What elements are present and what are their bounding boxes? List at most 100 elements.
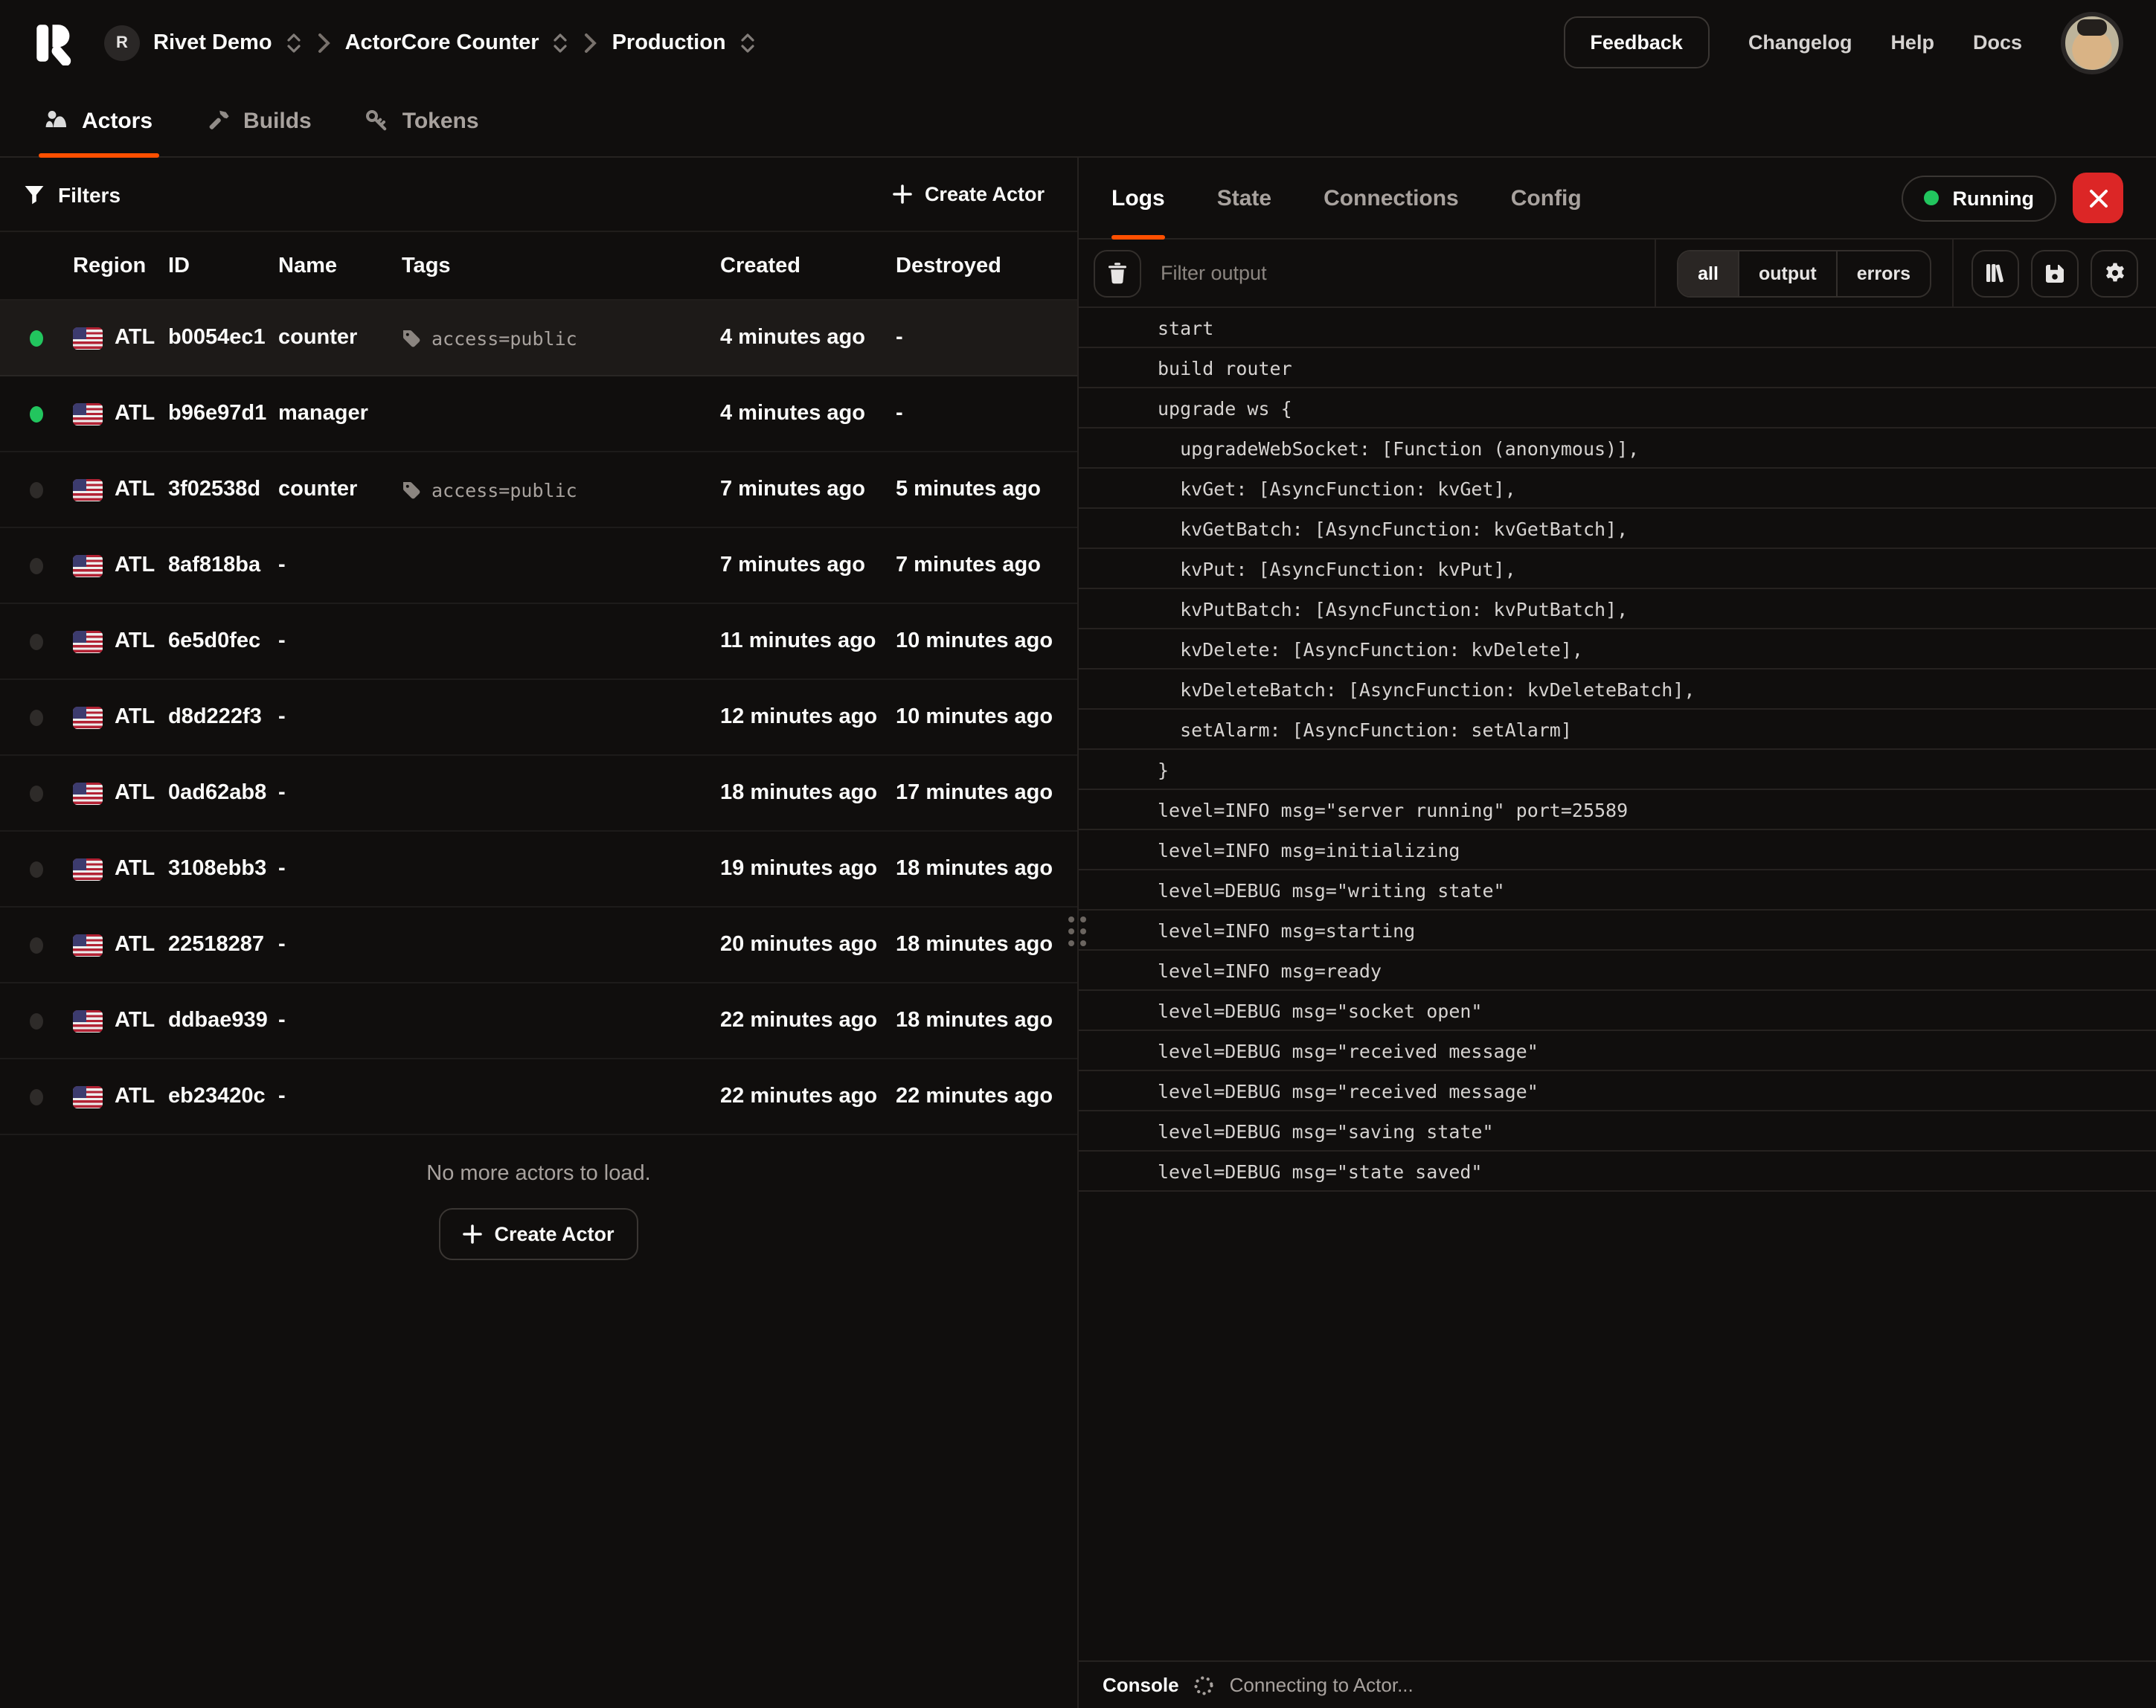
actor-name: - [278,933,402,957]
actor-name: - [278,629,402,653]
log-line: kvPut: [AsyncFunction: kvPut], [1079,549,2156,589]
log-line: upgradeWebSocket: [Function (anonymous)]… [1079,428,2156,469]
breadcrumb-environment[interactable]: Production [612,30,756,54]
inspector-tab-bar: Logs State Connections Config Running [1079,158,2156,240]
console-bar[interactable]: Console Connecting to Actor... [1079,1660,2156,1708]
actor-row[interactable]: ATL 22518287 - 20 minutes ago 18 minutes… [0,908,1077,983]
tag-icon [402,328,421,347]
actor-id: 3f02538d [168,478,278,501]
filters-row: Filters Create Actor [0,158,1077,232]
panel-resize-handle[interactable] [1062,911,1092,952]
actor-id: ddbae939 [168,1009,278,1033]
breadcrumb-project[interactable]: ActorCore Counter [345,30,569,54]
tab-logs[interactable]: Logs [1111,158,1165,238]
actor-row[interactable]: ATL d8d222f3 - 12 minutes ago 10 minutes… [0,680,1077,756]
actor-destroyed: 17 minutes ago [896,781,1077,805]
user-avatar[interactable] [2061,11,2123,74]
breadcrumb: R Rivet Demo ActorCore Counter Productio… [104,25,756,60]
actors-table-header: Region ID Name Tags Created Destroyed [0,232,1077,301]
create-actor-button-top[interactable]: Create Actor [885,182,1053,207]
actor-id: b0054ec1 [168,326,278,350]
tab-actors[interactable]: Actors [45,85,153,156]
gear-icon [2103,262,2125,284]
actor-row[interactable]: ATL 8af818ba - 7 minutes ago 7 minutes a… [0,528,1077,604]
actor-id: 6e5d0fec [168,629,278,653]
feedback-button[interactable]: Feedback [1563,16,1710,68]
actor-row[interactable]: ATL b96e97d1 manager 4 minutes ago - [0,376,1077,452]
trash-icon [1107,262,1128,284]
environment-name: Production [612,30,726,54]
actor-name: - [278,705,402,729]
actor-destroyed: 5 minutes ago [896,478,1077,501]
col-region: Region [73,254,168,277]
tab-config[interactable]: Config [1511,158,1582,238]
clear-logs-button[interactable] [1094,249,1141,297]
actor-inspector: Logs State Connections Config Running [1079,158,2156,1708]
filters-label: Filters [58,182,121,206]
filters-button[interactable]: Filters [24,182,121,206]
filter-icon [24,184,45,205]
log-line: level=INFO msg=initializing [1079,830,2156,870]
top-nav: Feedback Changelog Help Docs [1563,11,2123,74]
actor-row[interactable]: ATL ddbae939 - 22 minutes ago 18 minutes… [0,983,1077,1059]
actor-row[interactable]: ATL 6e5d0fec - 11 minutes ago 10 minutes… [0,604,1077,680]
main-tab-bar: Actors Builds Tokens [0,85,2156,158]
save-logs-button[interactable] [2031,249,2079,297]
actor-row[interactable]: ATL eb23420c - 22 minutes ago 22 minutes… [0,1059,1077,1135]
actor-created: 18 minutes ago [720,781,896,805]
org-avatar: R [104,25,140,60]
log-line: level=DEBUG msg="received message" [1079,1031,2156,1071]
actor-id: 22518287 [168,933,278,957]
us-flag-icon [73,478,103,501]
actor-status-dot [30,1088,43,1105]
docs-link[interactable]: Docs [1973,31,2022,54]
actor-row[interactable]: ATL 0ad62ab8 - 18 minutes ago 17 minutes… [0,756,1077,832]
tab-builds[interactable]: Builds [206,85,312,156]
actor-name: - [278,1085,402,1108]
logs-settings-button[interactable] [2091,249,2138,297]
help-link[interactable]: Help [1890,31,1934,54]
close-inspector-button[interactable] [2073,173,2123,223]
running-dot-icon [1925,190,1940,205]
segment-errors[interactable]: errors [1836,251,1930,295]
log-line: kvGetBatch: [AsyncFunction: kvGetBatch], [1079,509,2156,549]
unfold-icon [553,32,569,53]
spinner-icon [1194,1675,1215,1695]
log-line: kvDelete: [AsyncFunction: kvDelete], [1079,629,2156,670]
us-flag-icon [73,934,103,956]
chevron-right-icon [584,32,597,53]
log-line: upgrade ws { [1079,388,2156,428]
tab-connections[interactable]: Connections [1324,158,1459,238]
tab-tokens[interactable]: Tokens [365,85,479,156]
actor-row[interactable]: ATL b0054ec1 counter access=public 4 min… [0,301,1077,376]
log-line: level=INFO msg="server running" port=255… [1079,790,2156,830]
actor-row[interactable]: ATL 3108ebb3 - 19 minutes ago 18 minutes… [0,832,1077,908]
changelog-link[interactable]: Changelog [1748,31,1852,54]
actor-created: 12 minutes ago [720,705,896,729]
status-badge: Running [1902,175,2056,221]
actor-id: 0ad62ab8 [168,781,278,805]
us-flag-icon [73,1085,103,1108]
actor-row[interactable]: ATL 3f02538d counter access=public 7 min… [0,452,1077,528]
actor-destroyed: 10 minutes ago [896,629,1077,653]
breadcrumb-org[interactable]: R Rivet Demo [104,25,302,60]
log-line: build router [1079,348,2156,388]
segment-all[interactable]: all [1678,251,1738,295]
segment-output[interactable]: output [1738,251,1836,295]
create-actor-button-bottom[interactable]: Create Actor [439,1208,638,1260]
actor-status-dot [30,785,43,801]
unfold-icon [286,32,302,53]
actor-destroyed: 10 minutes ago [896,705,1077,729]
actor-region: ATL [115,781,155,805]
filter-output-input[interactable] [1158,260,1640,286]
create-actor-label: Create Actor [494,1223,614,1245]
logs-archive-button[interactable] [1971,249,2019,297]
console-status: Connecting to Actor... [1230,1674,1414,1696]
rivet-logo-icon[interactable] [33,20,77,65]
tab-state[interactable]: State [1217,158,1271,238]
actors-table-body: ATL b0054ec1 counter access=public 4 min… [0,301,1077,1135]
empty-note: No more actors to load. [0,1162,1077,1186]
actor-name: manager [278,402,402,426]
tag-icon [402,480,421,499]
actor-name: - [278,553,402,577]
